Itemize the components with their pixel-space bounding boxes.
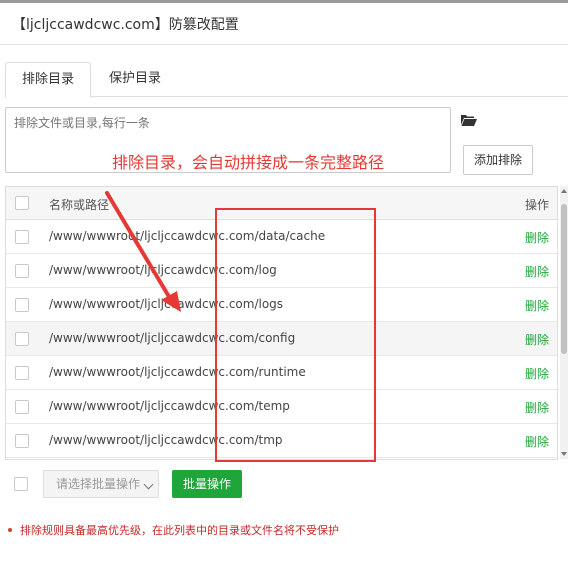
title-divider [0,44,568,45]
row-path: /www/wwwroot/ljcljccawdcwc.com/runtime [49,365,306,379]
add-exclude-button[interactable]: 添加排除 [463,145,533,175]
bullet-dot [8,528,12,532]
dialog-title: 【ljcljccawdcwc.com】防篡改配置 [12,17,239,33]
delete-link[interactable]: 删除 [525,433,549,450]
batch-select-placeholder: 请选择批量操作 [56,477,141,491]
annotation-text: 排除目录，会自动拼接成一条完整路径 [112,153,385,172]
table-header: 名称或路径 操作 [6,186,557,220]
row-checkbox[interactable] [15,400,29,414]
top-border [0,0,568,3]
table-row: /www/wwwroot/ljcljccawdcwc.com/config 删除 [6,322,557,356]
row-checkbox[interactable] [15,434,29,448]
row-checkbox[interactable] [15,332,29,346]
table-row: /www/wwwroot/ljcljccawdcwc.com/logs 删除 [6,288,557,322]
scroll-thumb[interactable] [561,204,567,354]
batch-action-select[interactable]: 请选择批量操作 [43,470,159,498]
row-checkbox[interactable] [15,298,29,312]
scroll-down-arrow-icon[interactable] [561,452,567,456]
table-row: /www/wwwroot/ljcljccawdcwc.com/runtime 删… [6,356,557,390]
chevron-down-icon [143,479,154,490]
table-scrollbar[interactable] [560,186,568,459]
tab-exclude-dirs[interactable]: 排除目录 [5,62,91,98]
row-checkbox[interactable] [15,264,29,278]
header-op: 操作 [525,198,550,212]
row-path: /www/wwwroot/ljcljccawdcwc.com/config [49,331,296,345]
delete-link[interactable]: 删除 [525,263,549,280]
row-checkbox[interactable] [15,230,29,244]
delete-link[interactable]: 删除 [525,297,549,314]
tab-protect-dirs[interactable]: 保护目录 [100,62,170,96]
table-row: /www/wwwroot/ljcljccawdcwc.com/log 删除 [6,254,557,288]
table-row: /www/wwwroot/ljcljccawdcwc.com/temp 删除 [6,390,557,424]
row-path: /www/wwwroot/ljcljccawdcwc.com/temp [49,399,290,413]
row-path: /www/wwwroot/ljcljccawdcwc.com/data/cach… [49,229,326,243]
delete-link[interactable]: 删除 [525,229,549,246]
priority-note: 排除规则具备最高优先级，在此列表中的目录或文件名将不受保护 [8,522,339,538]
row-path: /www/wwwroot/ljcljccawdcwc.com/logs [49,297,284,311]
row-path: /www/wwwroot/ljcljccawdcwc.com/tmp [49,433,283,447]
delete-link[interactable]: 删除 [525,331,549,348]
select-all-checkbox[interactable] [15,196,29,210]
delete-link[interactable]: 删除 [525,399,549,416]
table-row: /www/wwwroot/ljcljccawdcwc.com/data/cach… [6,220,557,254]
priority-note-text: 排除规则具备最高优先级，在此列表中的目录或文件名将不受保护 [20,524,339,537]
row-checkbox[interactable] [15,366,29,380]
footer-select-all-checkbox[interactable] [14,477,28,491]
table-row: /www/wwwroot/ljcljccawdcwc.com/tmp 删除 [6,424,557,458]
batch-apply-button[interactable]: 批量操作 [172,470,242,498]
scroll-up-arrow-icon[interactable] [561,189,567,193]
header-name: 名称或路径 [49,198,110,212]
tab-bar: 排除目录 保护目录 [5,62,568,98]
exclude-table: 名称或路径 操作 /www/wwwroot/ljcljccawdcwc.com/… [5,186,558,460]
folder-open-icon[interactable] [461,114,477,126]
row-path: /www/wwwroot/ljcljccawdcwc.com/log [49,263,277,277]
delete-link[interactable]: 删除 [525,365,549,382]
